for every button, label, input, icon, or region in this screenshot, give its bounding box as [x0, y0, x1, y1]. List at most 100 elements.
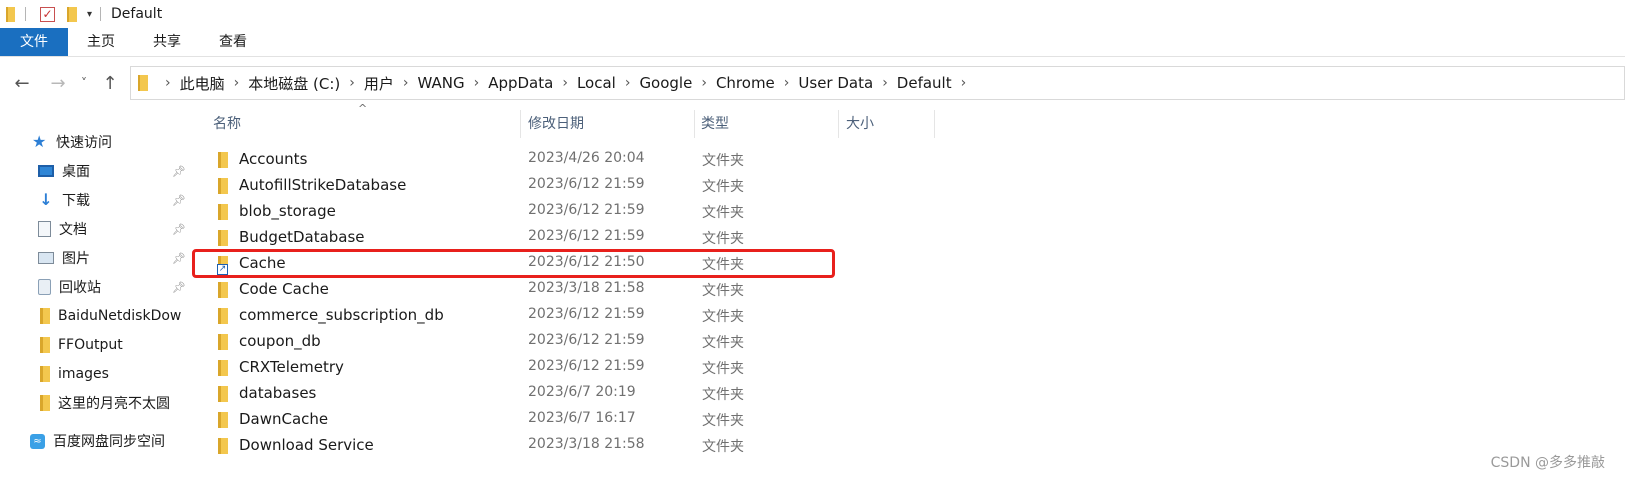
- chevron-right-icon[interactable]: ›: [474, 75, 480, 91]
- folder-icon: [218, 178, 228, 194]
- column-header-date[interactable]: 修改日期: [528, 110, 584, 138]
- properties-icon[interactable]: ✓: [40, 6, 55, 22]
- file-date: 2023/3/18 21:58: [528, 436, 645, 452]
- file-date: 2023/6/7 16:17: [528, 410, 636, 426]
- file-row[interactable]: blob_storage 2023/6/12 21:59 文件夹: [192, 199, 832, 225]
- column-header-name[interactable]: 名称: [213, 110, 241, 138]
- breadcrumb-local[interactable]: Local: [577, 74, 616, 92]
- file-name: Accounts: [239, 150, 308, 168]
- column-divider[interactable]: [934, 110, 935, 138]
- file-type: 文件夹: [702, 231, 744, 247]
- breadcrumb-appdata[interactable]: AppData: [488, 74, 553, 92]
- file-date: 2023/6/12 21:59: [528, 228, 645, 244]
- folder-icon: [218, 230, 228, 246]
- tab-view[interactable]: 查看: [200, 28, 266, 56]
- chevron-right-icon[interactable]: ›: [961, 75, 967, 91]
- column-header-type[interactable]: 类型: [701, 110, 729, 138]
- file-name: Download Service: [239, 436, 374, 454]
- address-bar[interactable]: › 此电脑 › 本地磁盘 (C:) › 用户 › WANG › AppData …: [130, 66, 1625, 100]
- breadcrumb-local-disk[interactable]: 本地磁盘 (C:): [248, 73, 340, 94]
- sidebar-item-label: 桌面: [62, 164, 90, 180]
- tab-home[interactable]: 主页: [68, 28, 134, 56]
- new-folder-icon[interactable]: [67, 6, 77, 22]
- title-bar: ✓ ▾ Default: [0, 0, 1625, 28]
- sidebar-item-label: images: [58, 366, 109, 382]
- chevron-right-icon[interactable]: ›: [701, 75, 707, 91]
- file-row[interactable]: CRXTelemetry 2023/6/12 21:59 文件夹: [192, 355, 832, 381]
- column-divider[interactable]: [838, 110, 839, 138]
- column-header-size[interactable]: 大小: [846, 110, 874, 138]
- navigation-bar: ← → ˅ ↑ › 此电脑 › 本地磁盘 (C:) › 用户 › WANG › …: [0, 64, 1625, 102]
- sidebar-item-label: BaiduNetdiskDow: [58, 308, 182, 324]
- breadcrumb-this-pc[interactable]: 此电脑: [180, 73, 225, 94]
- pin-icon[interactable]: 📌︎: [172, 194, 186, 207]
- chevron-right-icon[interactable]: ›: [165, 75, 171, 91]
- file-row[interactable]: DawnCache 2023/6/7 16:17 文件夹: [192, 407, 832, 433]
- file-row[interactable]: AutofillStrikeDatabase 2023/6/12 21:59 文…: [192, 173, 832, 199]
- folder-icon: [138, 75, 148, 91]
- file-type: 文件夹: [702, 439, 744, 455]
- folder-icon: [218, 438, 228, 454]
- file-date: 2023/6/12 21:59: [528, 306, 645, 322]
- column-divider[interactable]: [520, 110, 521, 138]
- file-row[interactable]: databases 2023/6/7 20:19 文件夹: [192, 381, 832, 407]
- cloud-sync-icon: ≈: [30, 433, 45, 449]
- sidebar-item-label: 图片: [62, 251, 90, 267]
- file-type: 文件夹: [702, 413, 744, 429]
- file-date: 2023/6/12 21:59: [528, 202, 645, 218]
- chevron-right-icon[interactable]: ›: [882, 75, 888, 91]
- up-button[interactable]: ↑: [98, 73, 122, 94]
- chevron-right-icon[interactable]: ›: [234, 75, 240, 91]
- file-row[interactable]: Code Cache 2023/3/18 21:58 文件夹: [192, 277, 832, 303]
- pin-icon[interactable]: 📌︎: [172, 281, 186, 294]
- file-row[interactable]: BudgetDatabase 2023/6/12 21:59 文件夹: [192, 225, 832, 251]
- file-date: 2023/6/12 21:59: [528, 358, 645, 374]
- folder-icon: [40, 308, 50, 324]
- folder-icon: [218, 282, 228, 298]
- folder-icon: [40, 366, 50, 382]
- tab-share[interactable]: 共享: [134, 28, 200, 56]
- chevron-right-icon[interactable]: ›: [784, 75, 790, 91]
- pin-icon[interactable]: 📌︎: [172, 252, 186, 265]
- ribbon-tabs: 文件 主页 共享 查看: [0, 28, 1625, 57]
- pictures-icon: [38, 252, 54, 264]
- file-date: 2023/6/12 21:59: [528, 332, 645, 348]
- file-row[interactable]: Download Service 2023/3/18 21:58 文件夹: [192, 433, 832, 459]
- sidebar-item-label: 文档: [59, 222, 87, 238]
- file-row[interactable]: Accounts 2023/4/26 20:04 文件夹: [192, 147, 832, 173]
- forward-button[interactable]: →: [46, 73, 70, 94]
- chevron-right-icon[interactable]: ›: [562, 75, 568, 91]
- breadcrumb-google[interactable]: Google: [639, 74, 692, 92]
- file-date: 2023/6/12 21:59: [528, 176, 645, 192]
- chevron-right-icon[interactable]: ›: [349, 75, 355, 91]
- breadcrumb-user-data[interactable]: User Data: [798, 74, 873, 92]
- window-title: Default: [111, 6, 163, 22]
- tab-file[interactable]: 文件: [0, 28, 68, 56]
- file-date: 2023/4/26 20:04: [528, 150, 645, 166]
- folder-icon[interactable]: [6, 6, 15, 22]
- chevron-right-icon[interactable]: ›: [403, 75, 409, 91]
- star-icon: ★: [32, 132, 47, 151]
- folder-icon: [218, 308, 228, 324]
- pin-icon[interactable]: 📌︎: [172, 165, 186, 178]
- file-name: blob_storage: [239, 202, 336, 220]
- file-type: 文件夹: [702, 361, 744, 377]
- documents-icon: [38, 221, 51, 237]
- breadcrumb-default[interactable]: Default: [897, 74, 952, 92]
- quick-access-dropdown-icon[interactable]: ▾: [87, 9, 92, 20]
- file-row[interactable]: commerce_subscription_db 2023/6/12 21:59…: [192, 303, 832, 329]
- desktop-icon: [38, 165, 54, 177]
- recent-locations-button[interactable]: ˅: [76, 76, 92, 90]
- pin-icon[interactable]: 📌︎: [172, 223, 186, 236]
- breadcrumb-wang[interactable]: WANG: [417, 74, 464, 92]
- breadcrumb-users[interactable]: 用户: [364, 73, 394, 94]
- download-icon: ↓: [39, 190, 53, 209]
- back-button[interactable]: ←: [10, 73, 34, 94]
- file-name: commerce_subscription_db: [239, 306, 444, 324]
- breadcrumb-chrome[interactable]: Chrome: [716, 74, 775, 92]
- chevron-right-icon[interactable]: ›: [625, 75, 631, 91]
- column-divider[interactable]: [694, 110, 695, 138]
- folder-icon: [218, 334, 228, 350]
- file-date: 2023/6/7 20:19: [528, 384, 636, 400]
- file-row[interactable]: coupon_db 2023/6/12 21:59 文件夹: [192, 329, 832, 355]
